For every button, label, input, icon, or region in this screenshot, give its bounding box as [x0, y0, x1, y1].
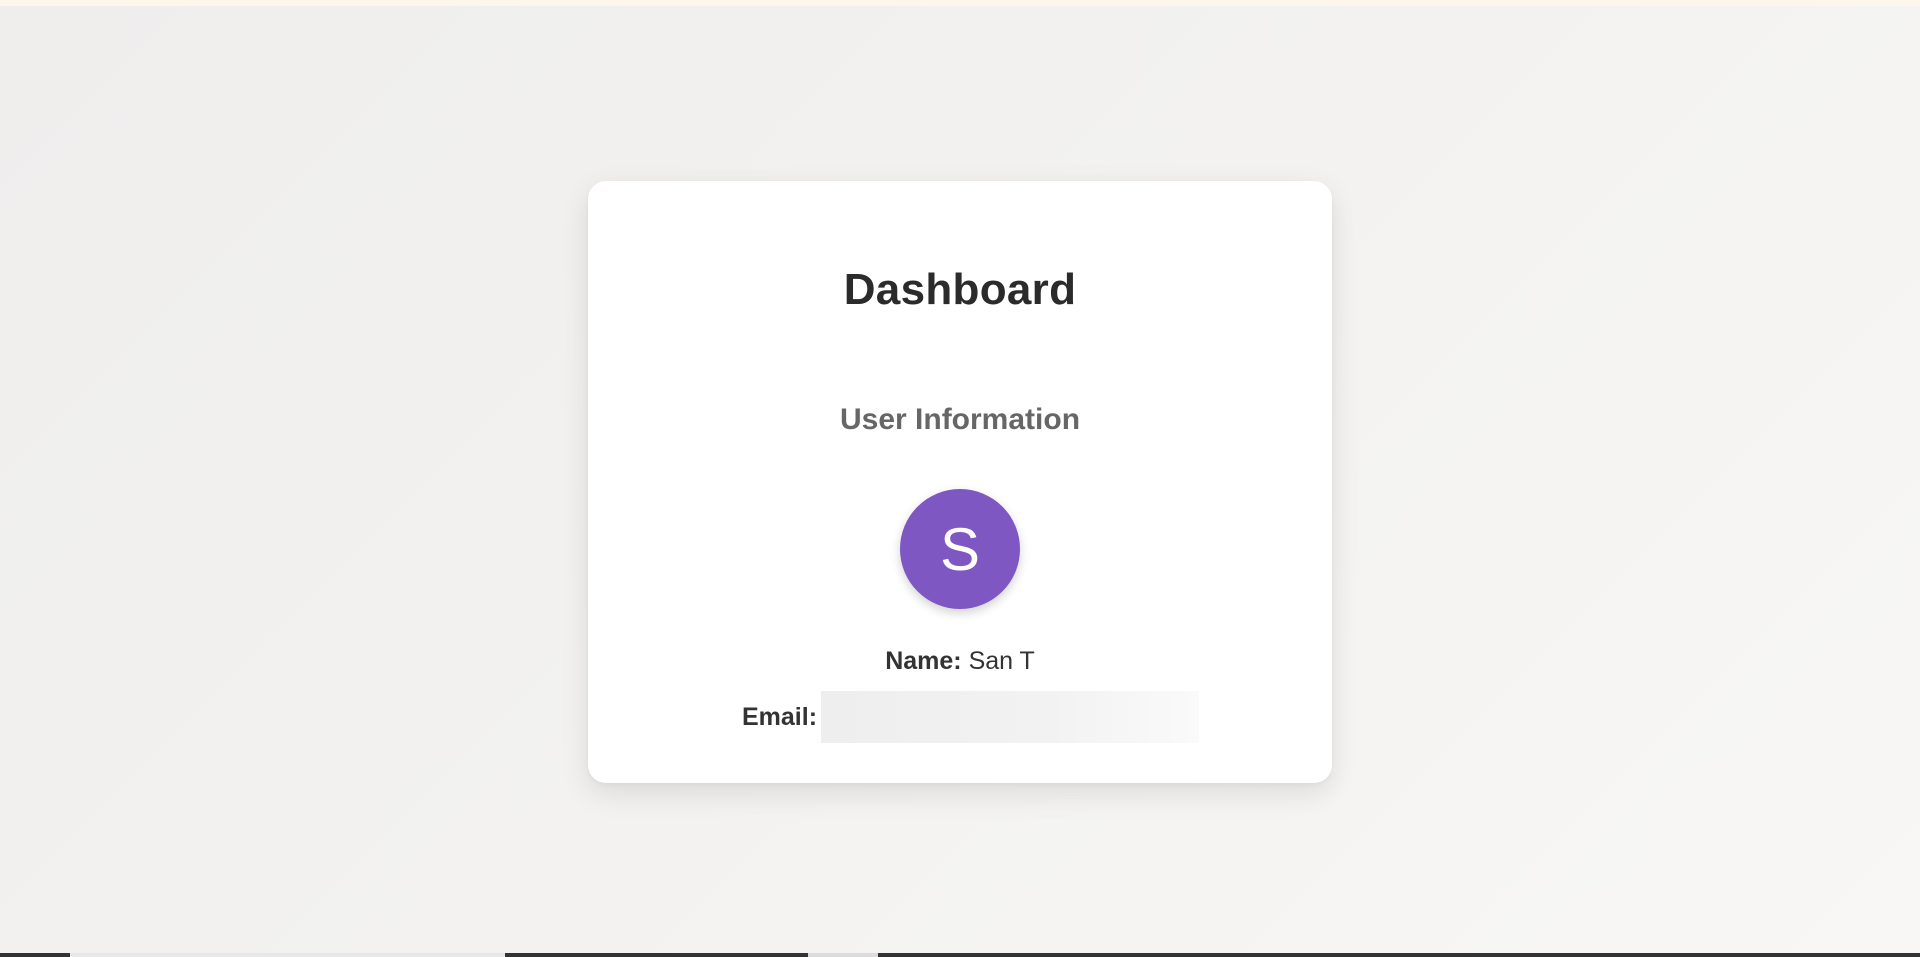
user-name-row: Name: San T: [588, 647, 1332, 676]
page-title: Dashboard: [843, 265, 1077, 314]
avatar-initial: S: [939, 515, 981, 583]
top-border-strip: [0, 0, 1920, 6]
avatar: S: [900, 489, 1020, 609]
name-value: San T: [968, 647, 1035, 675]
user-information-heading: User Information: [839, 403, 1081, 436]
email-value-redacted: [821, 691, 1200, 743]
email-label: Email:: [742, 702, 818, 731]
user-email-row: Email:: [742, 691, 1200, 743]
name-label: Name:: [885, 647, 962, 675]
taskbar-edge: [0, 953, 1920, 957]
dashboard-card: Dashboard User Information S Name: San T…: [588, 181, 1332, 783]
